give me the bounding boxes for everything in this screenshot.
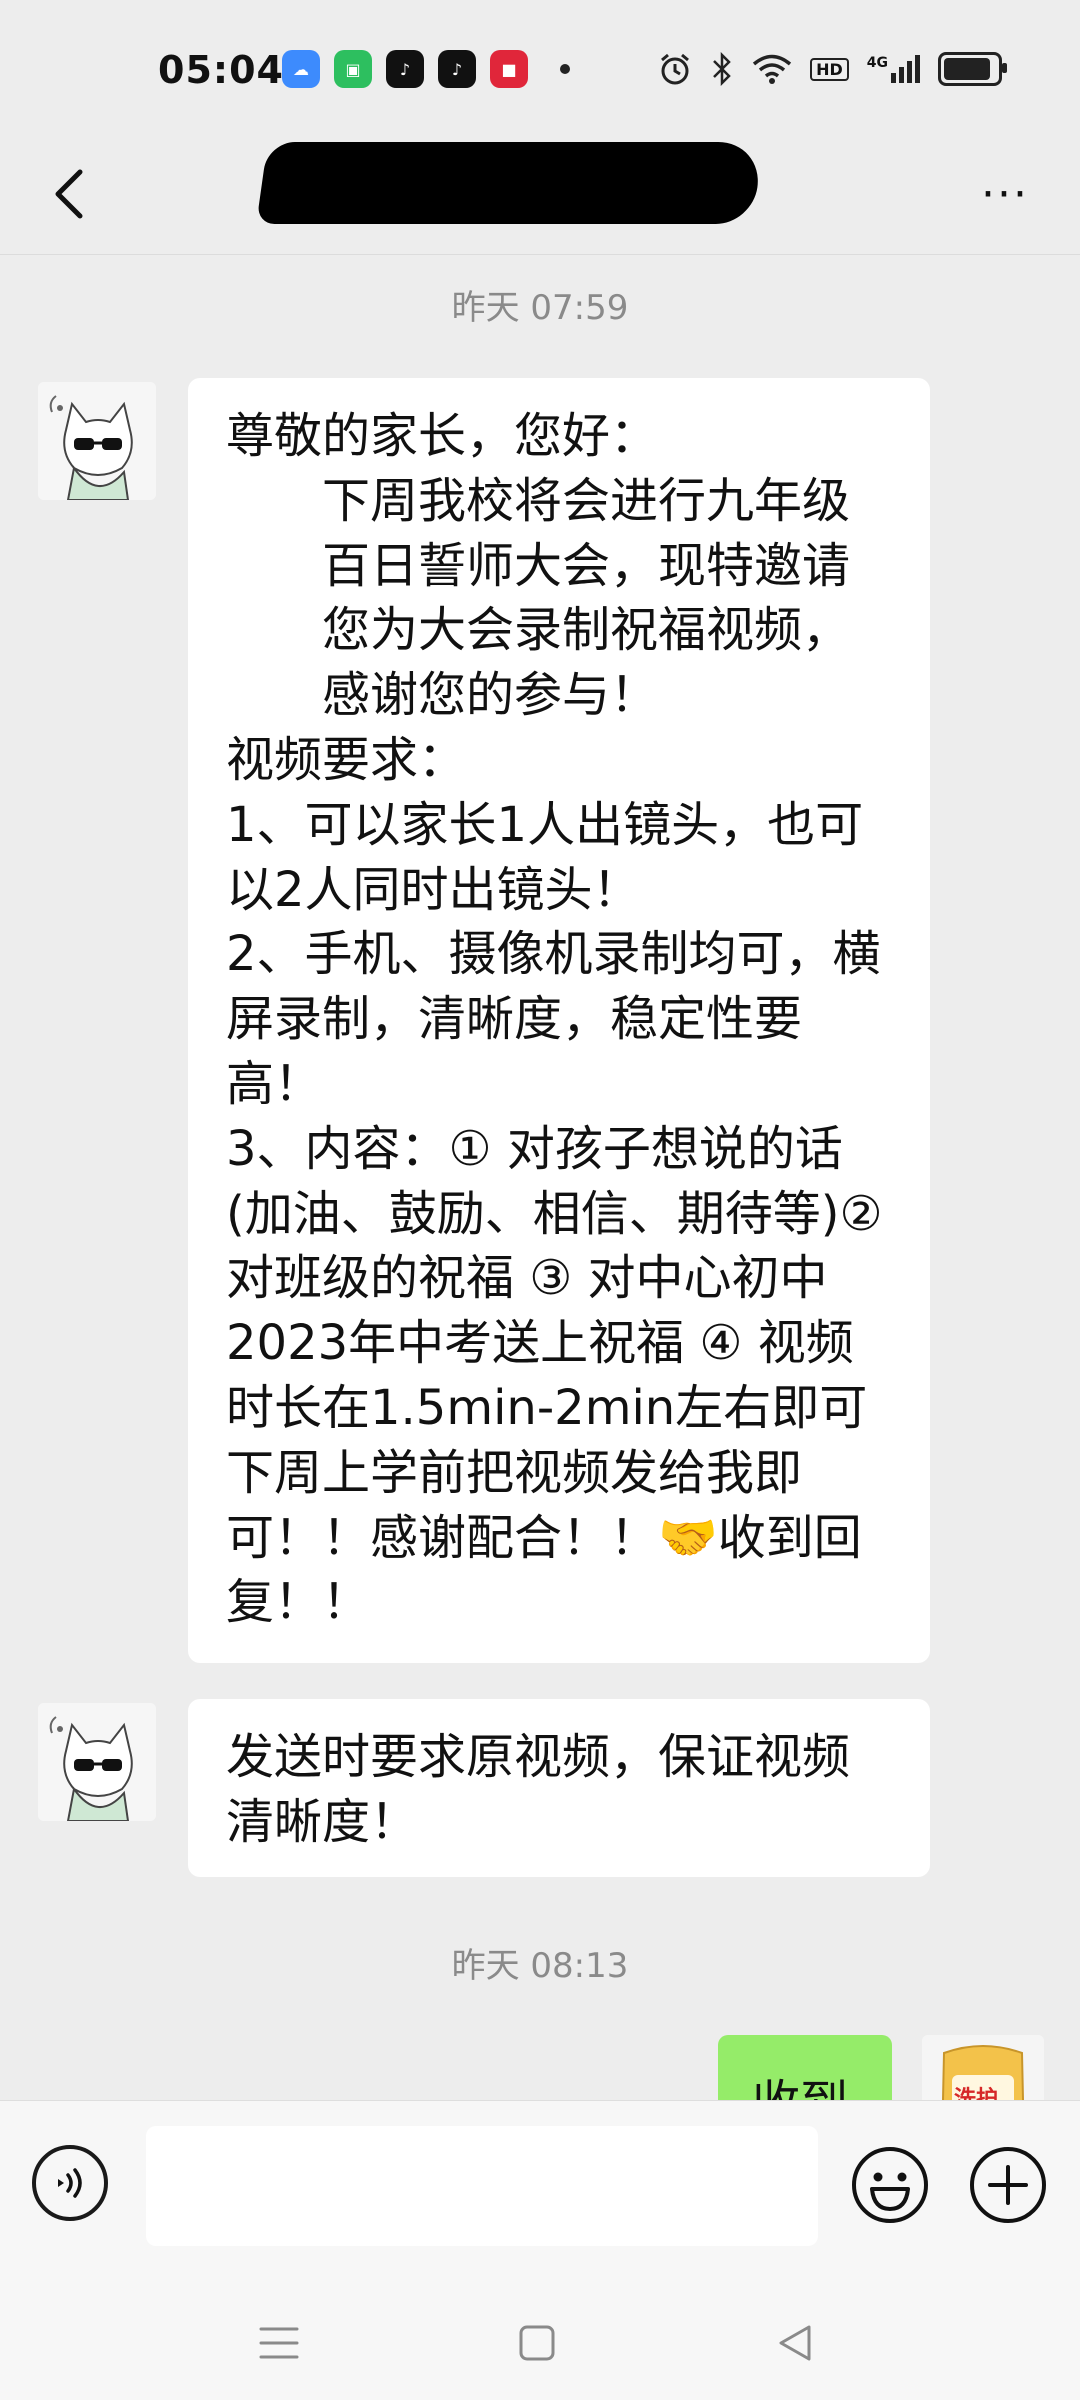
battery-icon: [938, 52, 1007, 86]
message-bubble[interactable]: 尊敬的家长，您好： 下周我校将会进行九年级百日誓师大会，现特邀请您为大会录制祝福…: [188, 378, 930, 1663]
douyin-icon: ♪: [438, 50, 476, 88]
more-options-button[interactable]: ···: [970, 164, 1040, 224]
menu-nav-button[interactable]: [254, 2318, 304, 2368]
emoji-button[interactable]: [850, 2145, 930, 2225]
message-bubble[interactable]: 发送时要求原视频，保证视频清晰度！: [188, 1699, 930, 1877]
chevron-left-icon: [55, 169, 83, 219]
redacted-chat-title: [256, 142, 764, 224]
message-line: 视频要求：: [226, 731, 467, 788]
sender-avatar[interactable]: [38, 382, 156, 500]
system-icons: HD 4G: [658, 52, 1007, 86]
message-line: 1、可以家长1人出镜头，也可以2人同时出镜头！: [226, 796, 864, 918]
shopping-app-icon: ▣: [334, 50, 372, 88]
system-navigation-bar: [0, 2288, 1080, 2400]
status-time: 05:04: [158, 48, 284, 92]
douyin-lite-icon: ♪: [386, 50, 424, 88]
bluetooth-icon: [713, 52, 731, 86]
status-bar: 05:04 ☁ ▣ ♪ ♪ ■ HD 4G: [0, 0, 1080, 140]
cat-sunglasses-avatar-icon: [38, 1703, 156, 1821]
more-dots-icon: ···: [981, 168, 1029, 220]
home-square-icon: [519, 2325, 555, 2361]
message-line: 尊敬的家长，您好：: [226, 408, 659, 464]
cat-sunglasses-avatar-icon: [38, 382, 156, 500]
plus-icon: [970, 2147, 1046, 2223]
voice-button[interactable]: [32, 2145, 108, 2221]
back-button[interactable]: [40, 164, 100, 224]
emoji-icon: [852, 2147, 928, 2223]
menu-icon: [259, 2327, 299, 2359]
more-notifications-dot: [560, 64, 570, 74]
back-nav-button[interactable]: [770, 2318, 820, 2368]
message-line: 下周我校将会进行九年级百日誓师大会，现特邀请您为大会录制祝福视频，感谢您的参与！: [322, 472, 851, 724]
message-line: 3、内容：① 对孩子想说的话(加油、鼓励、相信、期待等)② 对班级的祝福 ③ 对…: [226, 1120, 883, 1436]
sender-avatar[interactable]: [38, 1703, 156, 1821]
cloud-app-icon: ☁: [282, 50, 320, 88]
message-timestamp: 昨天 08:13: [451, 1946, 629, 1986]
news-app-icon: ■: [490, 50, 528, 88]
hd-badge: HD: [810, 57, 849, 81]
message-timestamp: 昨天 07:59: [451, 288, 629, 328]
message-line: 下周上学前把视频发给我即可！！感谢配合！！🤝收到回复！！: [226, 1444, 862, 1631]
alarm-icon: [661, 53, 690, 85]
more-functions-button[interactable]: [968, 2145, 1048, 2225]
triangle-back-icon: [779, 2325, 811, 2361]
header-divider: [0, 254, 1080, 255]
home-nav-button[interactable]: [512, 2318, 562, 2368]
voice-icon: [58, 2168, 82, 2198]
network-label: 4G: [866, 55, 888, 71]
wifi-icon: [752, 54, 792, 84]
message-text: 发送时要求原视频，保证视频清晰度！: [226, 1729, 851, 1850]
message-line: 2、手机、摄像机录制均可，横屏录制，清晰度，稳定性要高！: [226, 926, 881, 1112]
message-input[interactable]: [146, 2126, 818, 2246]
signal-icon: 4G: [867, 55, 920, 83]
notification-app-icons: ☁ ▣ ♪ ♪ ■: [282, 50, 570, 88]
